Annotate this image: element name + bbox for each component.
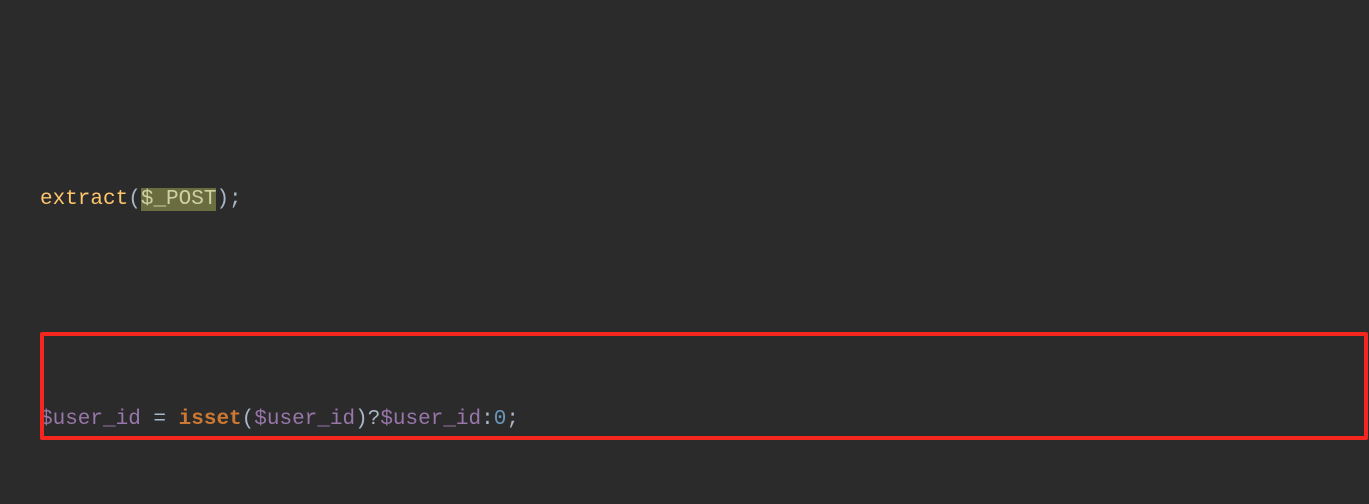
paren: (: [128, 188, 141, 211]
code-line[interactable]: $user_id = isset($user_id)?$user_id:0;: [40, 398, 1369, 442]
func-extract: extract: [40, 188, 128, 211]
var-post: _POST: [153, 188, 216, 211]
code-line[interactable]: extract($_POST);: [40, 178, 1369, 222]
code-editor[interactable]: extract($_POST); $user_id = isset($user_…: [0, 0, 1369, 504]
num-zero: 0: [494, 408, 507, 431]
kw-isset: isset: [179, 408, 242, 431]
paren-close: );: [216, 188, 241, 211]
var-user-id: $user_id: [40, 408, 141, 431]
var-post-dollar: $: [141, 188, 154, 211]
